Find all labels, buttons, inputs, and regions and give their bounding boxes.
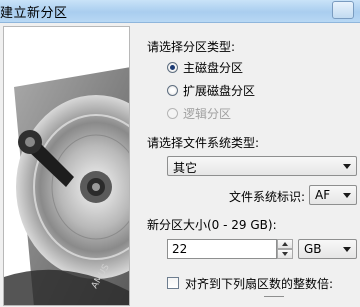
partition-size-label: 新分区大小(0 - 29 GB): — [147, 218, 277, 232]
partition-size-stepper[interactable] — [277, 239, 293, 259]
filesystem-id-label: 文件系统标识: — [229, 190, 306, 204]
radio-logical-label: 逻辑分区 — [183, 106, 232, 121]
chevron-down-icon — [343, 247, 351, 252]
radio-indicator-icon — [167, 61, 178, 73]
filesystem-type-label: 请选择文件系统类型: — [147, 136, 260, 150]
checkbox-box-icon — [167, 277, 179, 289]
radio-logical-partition: 逻辑分区 — [167, 104, 231, 122]
title-bar: 建立新分区 — [0, 0, 360, 23]
radio-indicator-icon — [167, 107, 178, 119]
window-title: 建立新分区 — [0, 6, 68, 21]
partition-size-field[interactable] — [168, 240, 276, 258]
size-unit-value: GB — [304, 242, 322, 256]
radio-indicator-icon — [167, 84, 178, 96]
filesystem-type-dropdown[interactable]: 其它 — [167, 156, 357, 176]
chevron-down-icon — [343, 164, 351, 169]
align-sectors-checkbox[interactable]: 对齐到下列扇区数的整数倍: — [167, 274, 333, 292]
chevron-down-icon — [343, 193, 351, 198]
size-unit-dropdown[interactable]: GB — [298, 239, 357, 259]
increment-icon[interactable] — [277, 239, 293, 249]
filesystem-id-value: AF — [315, 188, 331, 202]
radio-primary-partition[interactable]: 主磁盘分区 — [167, 58, 243, 76]
close-button[interactable] — [332, 1, 354, 19]
filesystem-type-value: 其它 — [173, 161, 198, 175]
hard-drive-icon: AMUS — [4, 27, 129, 305]
partition-size-input[interactable] — [167, 239, 277, 259]
hard-drive-illustration: AMUS — [3, 26, 130, 306]
radio-extended-partition[interactable]: 扩展磁盘分区 — [167, 81, 255, 99]
partition-type-label: 请选择分区类型: — [147, 40, 236, 54]
radio-primary-label: 主磁盘分区 — [183, 60, 244, 75]
align-sectors-label: 对齐到下列扇区数的整数倍: — [185, 276, 334, 291]
filesystem-id-dropdown[interactable]: AF — [309, 185, 357, 205]
radio-extended-label: 扩展磁盘分区 — [183, 83, 256, 98]
decrement-icon[interactable] — [277, 249, 293, 259]
cutoff-control-edge — [264, 296, 284, 307]
